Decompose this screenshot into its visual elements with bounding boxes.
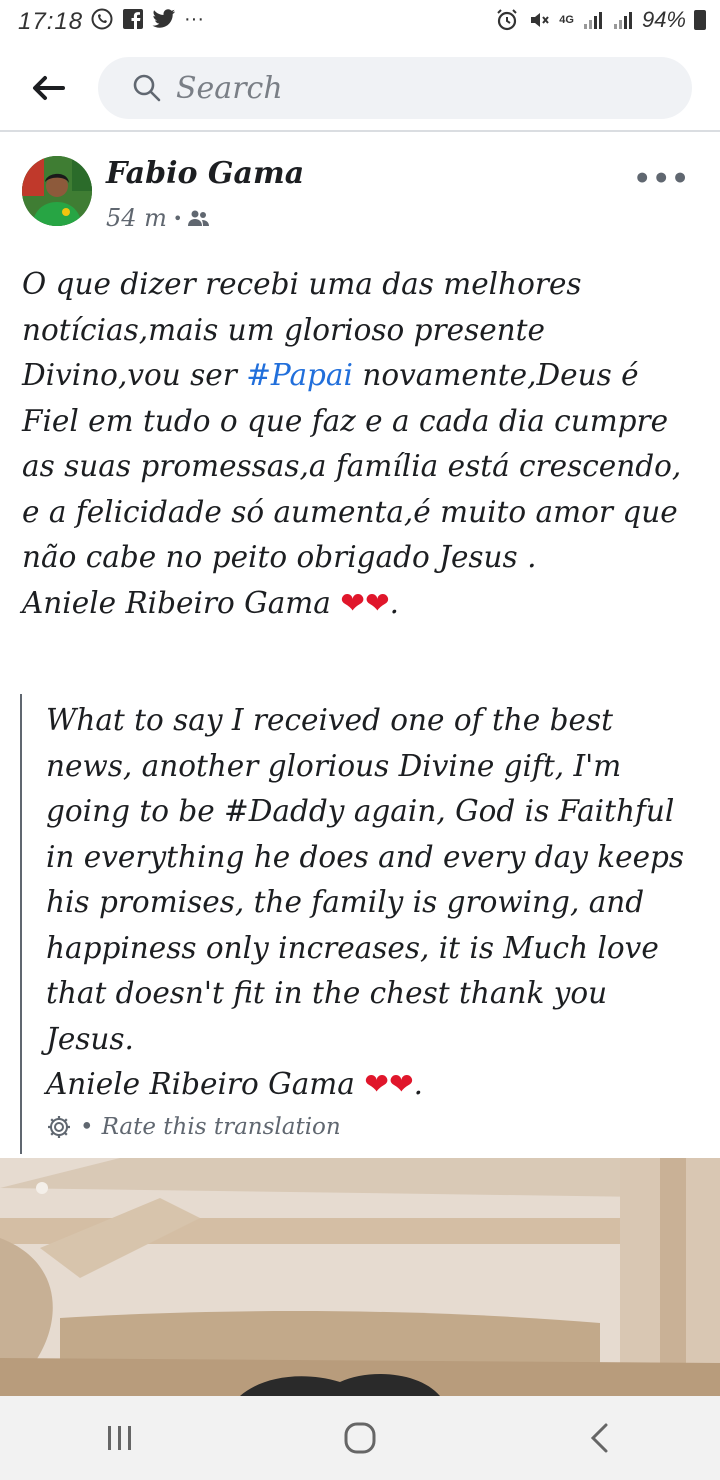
facebook-icon <box>122 8 144 30</box>
search-bar[interactable] <box>98 57 692 119</box>
system-icons: 4G 94% <box>495 7 706 33</box>
translation-block: What to say I received one of the best n… <box>20 694 690 1154</box>
avatar-image <box>22 156 92 226</box>
translation-text: What to say I received one of the best n… <box>46 698 686 1108</box>
twitter-icon <box>152 9 176 29</box>
status-bar: 17:18 ··· 4G 94% <box>0 0 720 44</box>
back-icon <box>590 1423 608 1453</box>
notification-icons: ··· <box>90 7 204 31</box>
avatar[interactable] <box>22 156 92 226</box>
post-text-part2: novamente,Deus é Fiel em tudo o que faz … <box>22 358 682 620</box>
more-notifications-icon: ··· <box>184 7 204 30</box>
signal-icon <box>582 9 604 31</box>
heart-emoji: ❤❤ <box>364 1067 414 1101</box>
mute-icon <box>527 8 551 32</box>
meta-separator: • <box>172 208 183 228</box>
back-button[interactable] <box>28 68 68 108</box>
rate-separator: • <box>80 1114 94 1140</box>
home-icon <box>344 1422 376 1454</box>
battery-icon <box>694 10 706 30</box>
post-photo[interactable] <box>0 1158 720 1396</box>
status-time: 17:18 <box>18 8 84 35</box>
home-button[interactable] <box>320 1408 400 1468</box>
heart-emoji: ❤❤ <box>340 585 390 620</box>
translation-body: What to say I received one of the best n… <box>46 703 685 1101</box>
translation-end: . <box>413 1067 424 1101</box>
post-text: O que dizer recebi uma das melhores notí… <box>22 262 702 626</box>
photo-image <box>0 1158 720 1396</box>
post-text-end: . <box>389 585 400 620</box>
hashtag-link[interactable]: #Papai <box>246 358 353 392</box>
battery-percent: 94% <box>641 7 686 32</box>
more-options-button[interactable]: ••• <box>633 162 690 195</box>
system-nav-bar <box>0 1396 720 1480</box>
top-bar <box>0 44 720 132</box>
recent-apps-icon <box>108 1426 131 1450</box>
alarm-icon <box>495 8 519 32</box>
arrow-left-icon <box>33 76 65 100</box>
post-header: Fabio Gama 54 m • ••• <box>0 140 720 250</box>
signal-icon <box>612 9 634 31</box>
search-icon <box>133 74 161 102</box>
network-type: 4G <box>559 14 574 26</box>
gear-icon[interactable] <box>46 1114 72 1140</box>
recent-apps-button[interactable] <box>80 1408 160 1468</box>
rate-translation-link[interactable]: Rate this translation <box>102 1114 341 1140</box>
friends-icon <box>188 210 210 226</box>
post-time[interactable]: 54 m <box>106 204 167 232</box>
search-input[interactable] <box>174 69 598 107</box>
post-meta: 54 m • <box>106 204 210 232</box>
nav-back-button[interactable] <box>560 1408 640 1468</box>
whatsapp-icon <box>90 7 114 31</box>
rate-translation-row: • Rate this translation <box>46 1114 341 1140</box>
post-author[interactable]: Fabio Gama <box>106 156 304 191</box>
